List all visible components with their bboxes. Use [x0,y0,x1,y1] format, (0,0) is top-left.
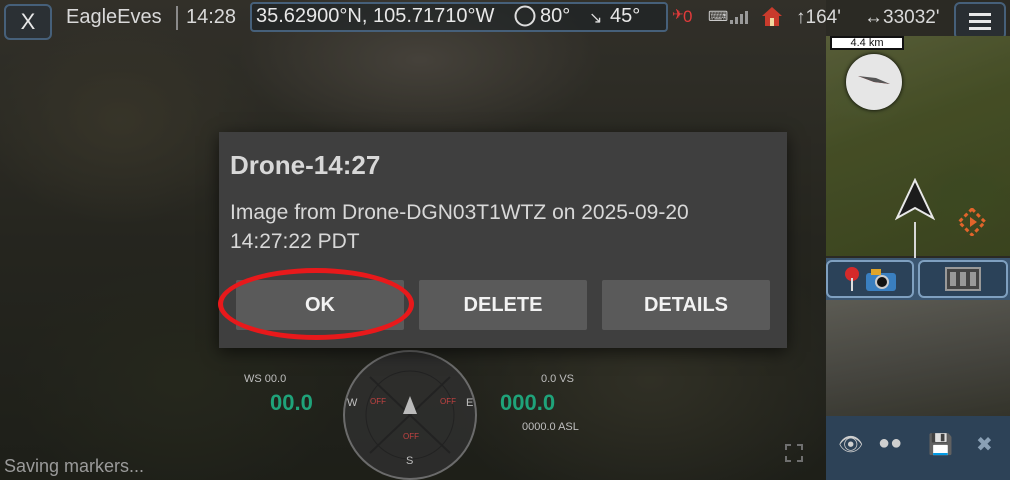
asl-label: 0000.0 ASL [522,421,579,433]
gimbal-tilt: 45° [610,5,641,27]
vertical-speed-label: 0.0 VS [541,373,575,385]
film-strip-icon [945,267,981,291]
compass-icon [514,5,536,27]
menu-button[interactable] [954,2,1006,40]
warning-count: 0 [683,7,693,26]
binoculars-icon[interactable]: ●● [878,432,902,455]
altitude-readout: ↑164' [796,7,841,28]
compass-e: E [466,397,474,409]
coordinates: 35.62900°N, 105.71710°W [256,5,495,27]
waypoint-icon[interactable] [958,208,986,236]
details-button[interactable]: DETAILS [602,280,770,330]
app-name: EagleEves [66,6,162,28]
close-icon[interactable]: ✖ [976,432,993,457]
wind-speed-label: WS 00.0 [244,373,287,385]
close-button[interactable]: X [4,4,52,40]
heading-line [914,222,916,258]
home-icon [762,7,782,26]
ok-button[interactable]: OK [236,280,404,330]
delete-button[interactable]: DELETE [419,280,587,330]
warning-icon: ✈ [672,6,684,22]
tilt-arrow-icon: ↘ [589,10,603,27]
photo-marker-button[interactable] [826,260,914,298]
off-indicator: OFF [403,432,419,441]
compass-w: W [347,397,358,409]
video-button[interactable] [918,260,1008,298]
drone-position-icon [895,178,935,221]
signal-strength-icon [730,8,748,24]
status-message: Saving markers... [4,456,145,476]
altitude-hud-readout: 000.0 [500,390,556,415]
heading: 80° [540,5,571,27]
compass-s: S [406,455,414,467]
dialog-title: Drone-14:27 [230,150,381,180]
divider [176,6,178,30]
map-scale: 4.4 km [830,36,904,50]
dialog-message: Image from Drone-DGN03T1WTZ on 2025-09-2… [230,201,689,253]
off-indicator: OFF [440,397,456,406]
speed-readout: 00.0 [270,390,313,415]
distance-readout: ↔33032' [864,7,940,28]
save-icon[interactable]: 💾 [928,432,953,457]
clock: 14:28 [186,6,237,28]
secondary-shade [826,300,1010,416]
pin-icon [845,267,859,291]
menu-icon [969,12,991,16]
map-compass-icon[interactable] [846,54,902,110]
fullscreen-icon[interactable] [785,444,803,462]
camera-icon [866,269,896,291]
top-status-bar: X EagleEves 14:28 35.62900°N, 105.71710°… [0,0,1010,40]
eye-icon[interactable]: 👁 [838,432,863,457]
off-indicator: OFF [370,397,386,406]
remote-controller-icon: ⌨ [708,8,729,24]
